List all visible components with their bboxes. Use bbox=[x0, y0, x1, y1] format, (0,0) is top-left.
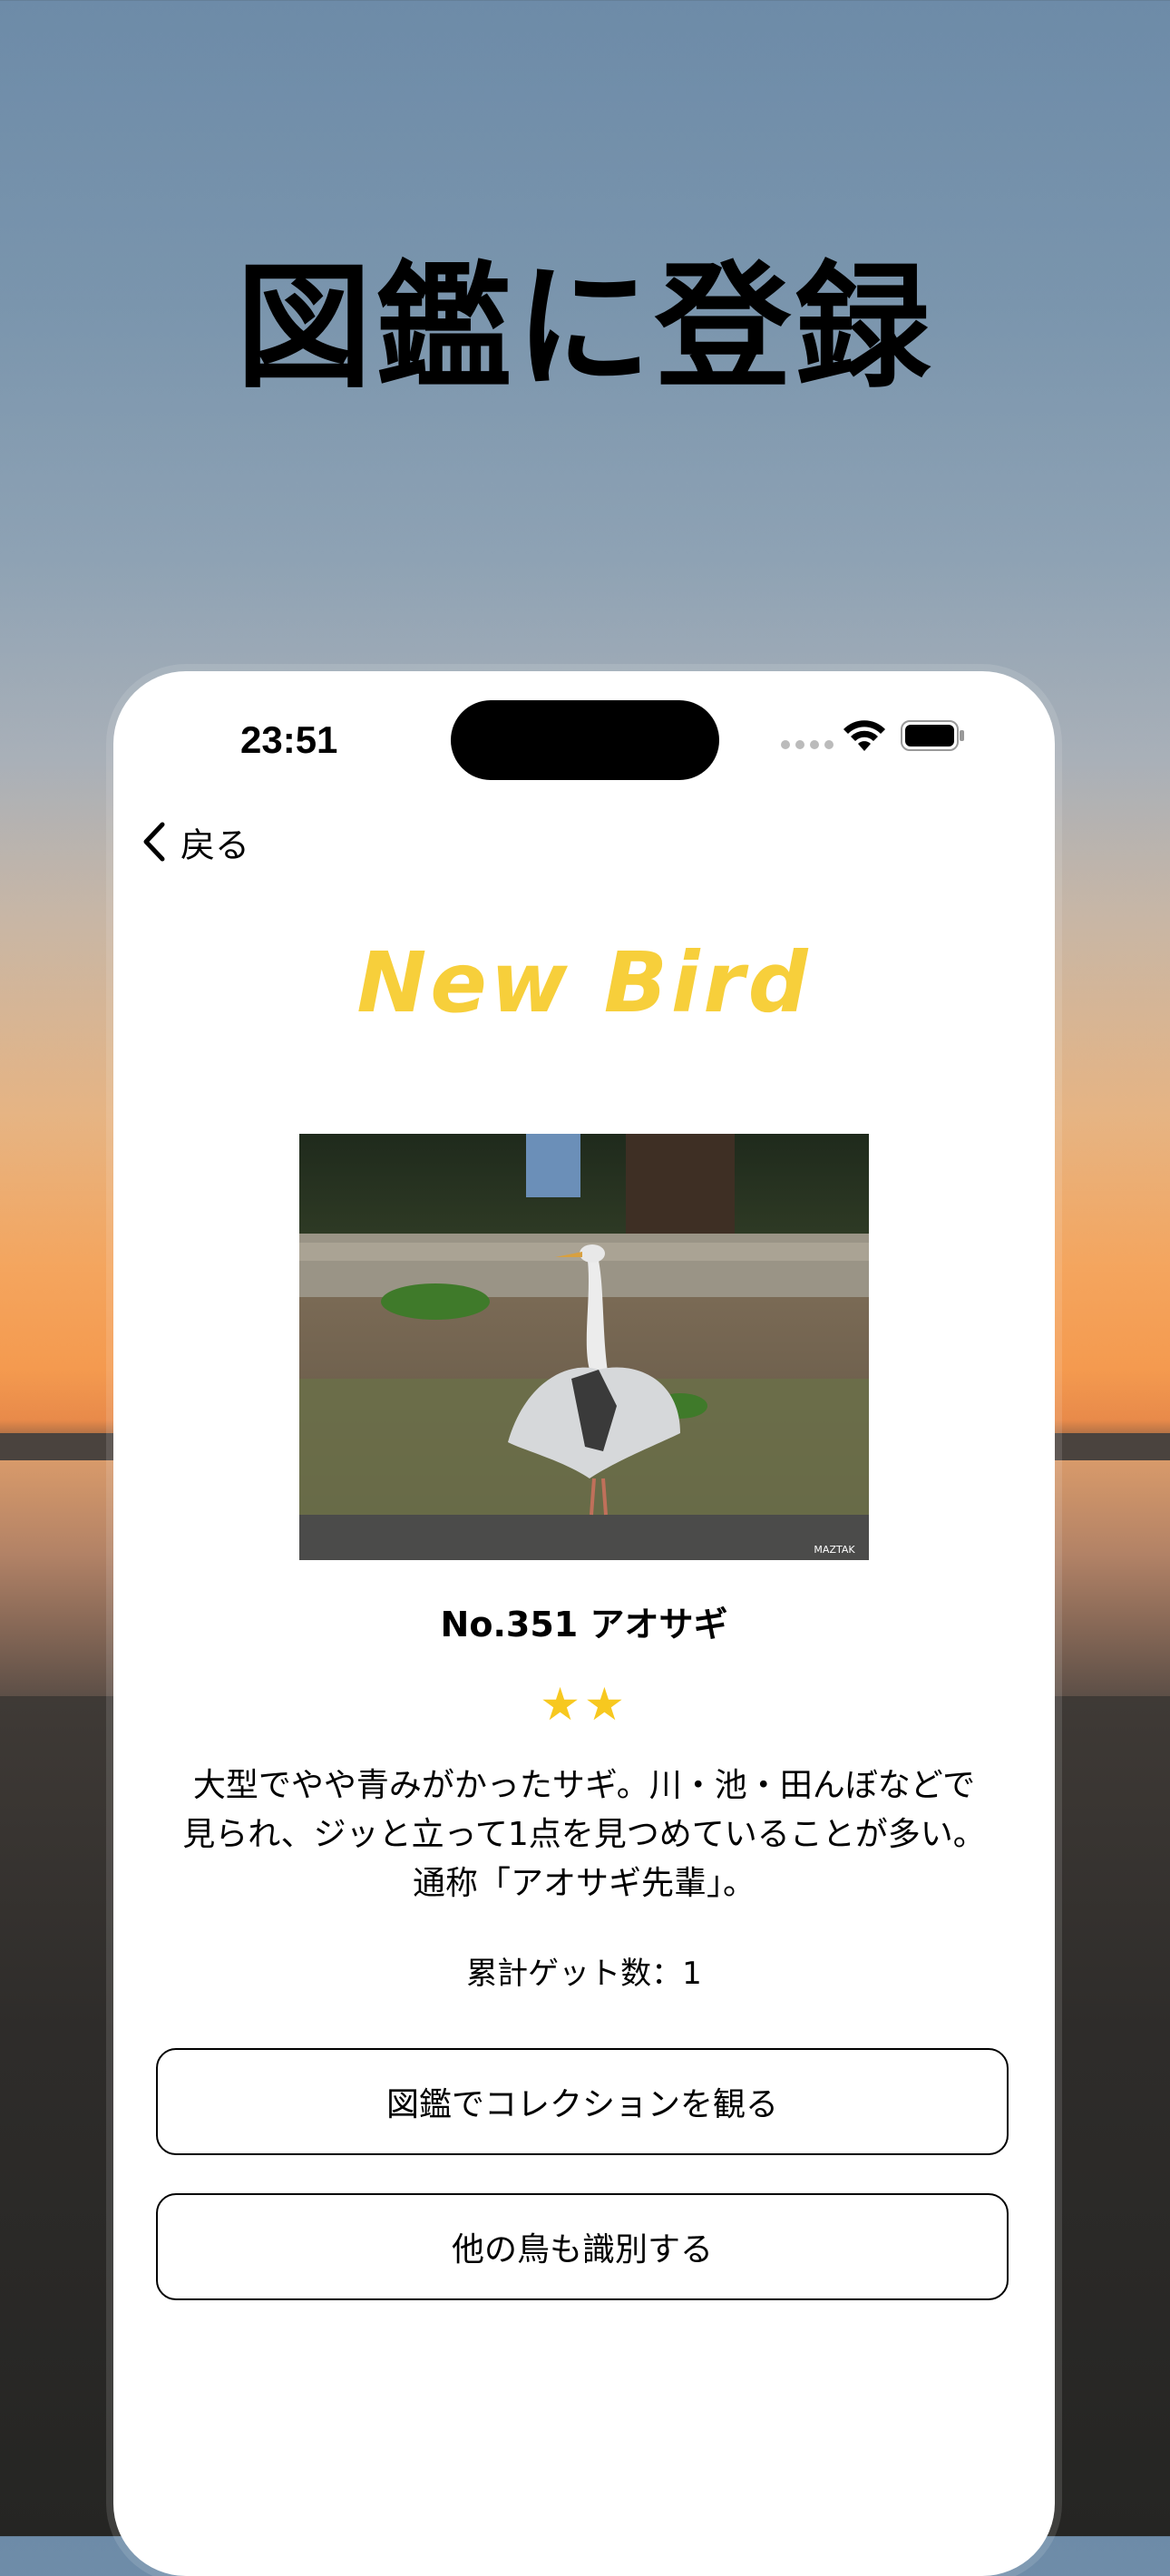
status-time: 23:51 bbox=[240, 718, 338, 761]
back-label: 戻る bbox=[180, 825, 250, 865]
photo-watermark: MAZTAK bbox=[814, 1544, 855, 1556]
identify-other-bird-button[interactable]: 他の鳥も識別する bbox=[156, 2193, 1009, 2300]
description-line: 見られ、ジッと立って1点を見つめていることが多い。 bbox=[182, 1816, 986, 1853]
bird-name: No.351 アオサギ bbox=[440, 1605, 728, 1644]
phone-screen: 23:51 戻る New Bird MAZTAK No.351 アオサギ ★★ … bbox=[113, 671, 1055, 2576]
battery-icon bbox=[901, 720, 964, 751]
dynamic-island bbox=[451, 700, 719, 780]
description-line: 大型でやや青みがかったサギ。川・池・田んぼなどで bbox=[192, 1767, 976, 1804]
catch-count: 累計ゲット数：1 bbox=[466, 1956, 702, 1992]
promo-headline: 図鑑に登録 bbox=[235, 249, 934, 407]
rarity-stars: ★★ bbox=[540, 1678, 629, 1731]
view-collection-button[interactable]: 図鑑でコレクションを観る bbox=[156, 2048, 1009, 2155]
back-button[interactable]: 戻る bbox=[141, 815, 249, 869]
chevron-left-icon bbox=[143, 822, 165, 862]
cellular-signal-icon bbox=[781, 740, 834, 749]
description-line: 通称「アオサギ先輩」。 bbox=[412, 1865, 756, 1902]
bird-description: 大型でやや青みがかったサギ。川・池・田んぼなどで 見られ、ジッと立って1点を見つ… bbox=[150, 1761, 1019, 1908]
wifi-icon bbox=[843, 720, 885, 751]
bird-photo: MAZTAK bbox=[299, 1134, 869, 1560]
new-bird-title: New Bird bbox=[356, 934, 812, 1031]
status-bar: 23:51 bbox=[113, 671, 1055, 798]
